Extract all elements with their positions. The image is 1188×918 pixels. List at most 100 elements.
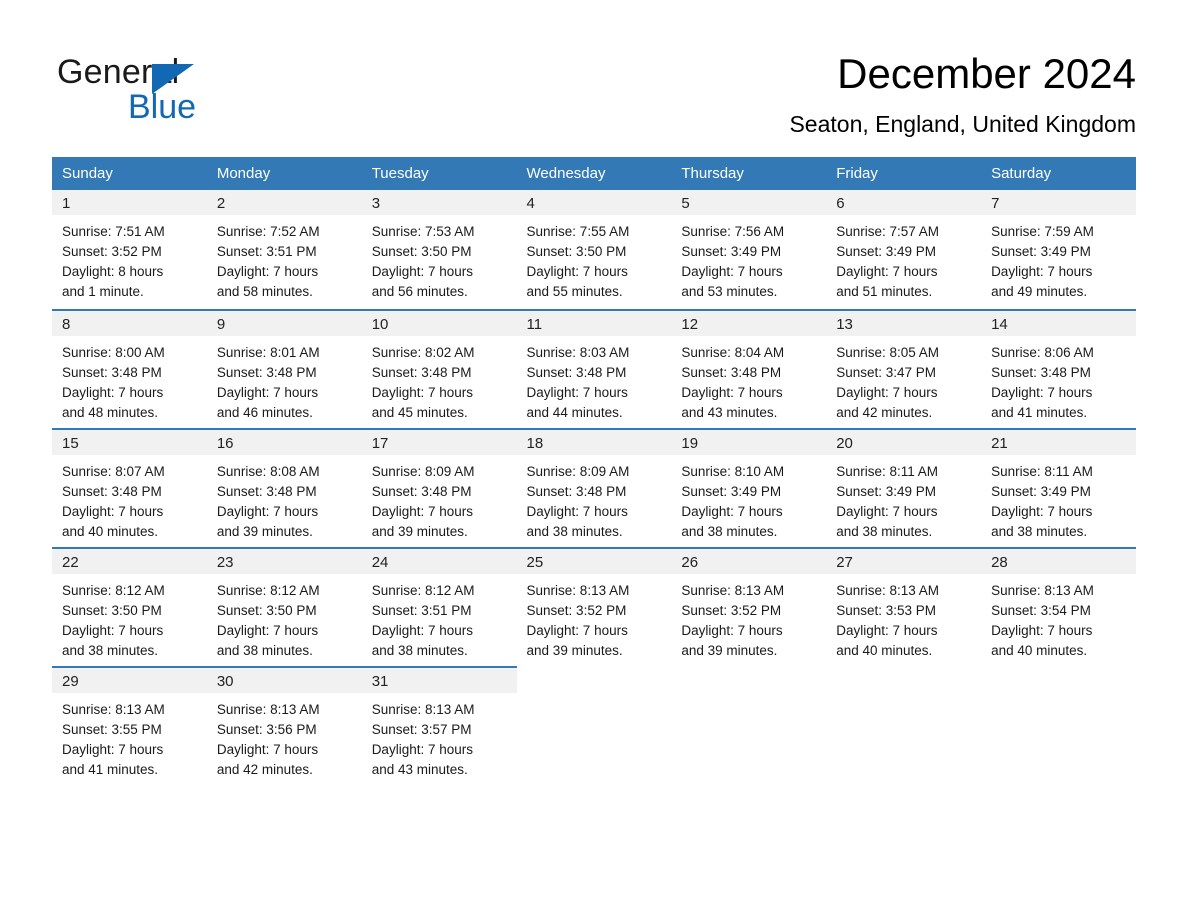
sunset-text: Sunset: 3:48 PM — [526, 365, 627, 380]
sunrise-text: Sunrise: 8:00 AM — [62, 345, 165, 360]
day-details: Sunrise: 8:13 AM Sunset: 3:53 PM Daylight:… — [826, 574, 981, 661]
day-cell-inner: 12 Sunrise: 8:04 AM Sunset: 3:48 PM Dayligh… — [671, 309, 827, 428]
calendar-day-cell[interactable]: 6 Sunrise: 7:57 AM Sunset: 3:49 PM Daylight… — [826, 190, 982, 309]
day-details: Sunrise: 8:13 AM Sunset: 3:57 PM Daylight:… — [362, 693, 517, 780]
daylight-text-line2: and 38 minutes. — [526, 524, 623, 539]
sunrise-text: Sunrise: 8:13 AM — [62, 702, 165, 717]
weekday-header-friday: Friday — [826, 157, 982, 190]
day-number: 20 — [826, 430, 982, 455]
daylight-text-line2: and 39 minutes. — [371, 524, 468, 539]
daylight-text-line1: Daylight: 7 hours — [991, 623, 1093, 638]
sunrise-text: Sunrise: 7:52 AM — [216, 224, 320, 239]
daylight-text-line1: Daylight: 7 hours — [836, 385, 938, 400]
calendar-day-cell[interactable]: 11 Sunrise: 8:03 AM Sunset: 3:48 PM Dayligh… — [516, 309, 672, 428]
calendar-day-cell[interactable]: 25 Sunrise: 8:13 AM Sunset: 3:52 PM Dayligh… — [516, 547, 672, 666]
daylight-text-line1: Daylight: 7 hours — [216, 504, 319, 519]
daylight-text-line2: and 38 minutes. — [216, 643, 313, 658]
sunrise-text: Sunrise: 8:06 AM — [991, 345, 1094, 360]
calendar-day-cell[interactable]: 23 Sunrise: 8:12 AM Sunset: 3:50 PM Dayligh… — [206, 547, 362, 666]
calendar-day-cell[interactable]: 30 Sunrise: 8:13 AM Sunset: 3:56 PM Dayligh… — [206, 666, 362, 785]
calendar-day-cell[interactable]: 10 Sunrise: 8:02 AM Sunset: 3:48 PM Dayligh… — [361, 309, 517, 428]
day-number: 4 — [516, 190, 672, 215]
daylight-text-line1: Daylight: 7 hours — [62, 623, 164, 638]
calendar-empty-cell — [517, 666, 672, 785]
calendar-day-cell[interactable]: 27 Sunrise: 8:13 AM Sunset: 3:53 PM Dayligh… — [826, 547, 982, 666]
sunrise-text: Sunrise: 8:05 AM — [836, 345, 940, 360]
calendar-day-cell[interactable]: 9 Sunrise: 8:01 AM Sunset: 3:48 PM Daylight… — [206, 309, 362, 428]
calendar-day-cell[interactable]: 19 Sunrise: 8:10 AM Sunset: 3:49 PM Dayligh… — [671, 428, 827, 547]
calendar-day-cell[interactable]: 20 Sunrise: 8:11 AM Sunset: 3:49 PM Dayligh… — [826, 428, 982, 547]
calendar-day-cell[interactable]: 26 Sunrise: 8:13 AM Sunset: 3:52 PM Dayligh… — [671, 547, 827, 666]
location-subtitle: Seaton, England, United Kingdom — [789, 111, 1136, 137]
calendar-day-cell[interactable]: 4 Sunrise: 7:55 AM Sunset: 3:50 PM Daylight… — [516, 190, 672, 309]
calendar-day-cell[interactable]: 22 Sunrise: 8:12 AM Sunset: 3:50 PM Dayligh… — [52, 547, 207, 666]
day-number: 19 — [671, 430, 827, 455]
calendar-day-cell[interactable]: 28 Sunrise: 8:13 AM Sunset: 3:54 PM Dayligh… — [981, 547, 1136, 666]
sunrise-text: Sunrise: 8:13 AM — [216, 702, 320, 717]
day-number: 25 — [516, 549, 672, 574]
day-details: Sunrise: 8:13 AM Sunset: 3:52 PM Daylight:… — [517, 574, 672, 661]
calendar-day-cell[interactable]: 2 Sunrise: 7:52 AM Sunset: 3:51 PM Daylight… — [206, 190, 362, 309]
day-number: 21 — [981, 430, 1136, 455]
day-cell-inner: 6 Sunrise: 7:57 AM Sunset: 3:49 PM Daylight… — [826, 190, 982, 309]
calendar-week-row: 15 Sunrise: 8:07 AM Sunset: 3:48 PM Dayligh… — [52, 428, 1136, 547]
daylight-text-line2: and 39 minutes. — [526, 643, 623, 658]
calendar-day-cell[interactable]: 12 Sunrise: 8:04 AM Sunset: 3:48 PM Dayligh… — [671, 309, 827, 428]
calendar-day-cell[interactable]: 14 Sunrise: 8:06 AM Sunset: 3:48 PM Dayligh… — [981, 309, 1136, 428]
sunset-text: Sunset: 3:54 PM — [991, 603, 1091, 618]
day-cell-inner: 25 Sunrise: 8:13 AM Sunset: 3:52 PM Dayligh… — [516, 547, 672, 666]
calendar-day-cell[interactable]: 1 Sunrise: 7:51 AM Sunset: 3:52 PM Daylight… — [52, 190, 207, 309]
calendar-day-cell[interactable]: 15 Sunrise: 8:07 AM Sunset: 3:48 PM Dayligh… — [52, 428, 207, 547]
calendar-day-cell[interactable]: 31 Sunrise: 8:13 AM Sunset: 3:57 PM Dayligh… — [361, 666, 517, 785]
calendar-day-cell[interactable]: 16 Sunrise: 8:08 AM Sunset: 3:48 PM Dayligh… — [206, 428, 362, 547]
calendar-day-cell[interactable]: 13 Sunrise: 8:05 AM Sunset: 3:47 PM Dayligh… — [826, 309, 982, 428]
day-number: 2 — [206, 190, 362, 215]
daylight-text-line1: Daylight: 8 hours — [62, 264, 164, 279]
sunset-text: Sunset: 3:50 PM — [62, 603, 162, 618]
weekday-header-tuesday: Tuesday — [361, 157, 517, 190]
daylight-text-line2: and 41 minutes. — [991, 405, 1088, 420]
calendar-day-cell[interactable]: 7 Sunrise: 7:59 AM Sunset: 3:49 PM Daylight… — [981, 190, 1136, 309]
calendar-day-cell[interactable]: 8 Sunrise: 8:00 AM Sunset: 3:48 PM Daylight… — [52, 309, 207, 428]
sunset-text: Sunset: 3:52 PM — [681, 603, 782, 618]
day-cell-inner — [826, 666, 981, 785]
sunset-text: Sunset: 3:55 PM — [62, 722, 162, 737]
day-number — [981, 668, 1136, 693]
calendar-day-cell[interactable]: 5 Sunrise: 7:56 AM Sunset: 3:49 PM Daylight… — [671, 190, 827, 309]
calendar-day-cell[interactable]: 21 Sunrise: 8:11 AM Sunset: 3:49 PM Dayligh… — [981, 428, 1136, 547]
day-cell-inner — [981, 666, 1136, 785]
daylight-text-line2: and 38 minutes. — [681, 524, 778, 539]
day-number: 29 — [52, 668, 207, 693]
day-number: 15 — [52, 430, 207, 455]
day-cell-inner: 16 Sunrise: 8:08 AM Sunset: 3:48 PM Dayligh… — [206, 428, 362, 547]
day-number: 6 — [826, 190, 982, 215]
calendar-day-cell[interactable]: 29 Sunrise: 8:13 AM Sunset: 3:55 PM Dayligh… — [52, 666, 207, 785]
day-details: Sunrise: 8:13 AM Sunset: 3:56 PM Daylight:… — [207, 693, 362, 780]
day-number: 22 — [52, 549, 207, 574]
day-details: Sunrise: 8:09 AM Sunset: 3:48 PM Daylight:… — [517, 455, 672, 542]
sunrise-text: Sunrise: 8:13 AM — [991, 583, 1094, 598]
day-cell-inner: 19 Sunrise: 8:10 AM Sunset: 3:49 PM Dayligh… — [671, 428, 827, 547]
calendar-week-row: 8 Sunrise: 8:00 AM Sunset: 3:48 PM Daylight… — [52, 309, 1136, 428]
sunset-text: Sunset: 3:52 PM — [62, 244, 162, 259]
sunset-text: Sunset: 3:50 PM — [526, 244, 627, 259]
day-details: Sunrise: 7:59 AM Sunset: 3:49 PM Daylight:… — [981, 215, 1136, 302]
day-number: 27 — [826, 549, 982, 574]
calendar-day-cell[interactable]: 17 Sunrise: 8:09 AM Sunset: 3:48 PM Dayligh… — [361, 428, 517, 547]
day-cell-inner: 1 Sunrise: 7:51 AM Sunset: 3:52 PM Daylight… — [52, 190, 207, 309]
page-title: December 2024 — [837, 50, 1136, 97]
calendar-day-cell[interactable]: 3 Sunrise: 7:53 AM Sunset: 3:50 PM Daylight… — [361, 190, 517, 309]
calendar-day-cell[interactable]: 18 Sunrise: 8:09 AM Sunset: 3:48 PM Dayligh… — [516, 428, 672, 547]
sunrise-text: Sunrise: 8:12 AM — [216, 583, 320, 598]
calendar-day-cell[interactable]: 24 Sunrise: 8:12 AM Sunset: 3:51 PM Dayligh… — [361, 547, 517, 666]
daylight-text-line1: Daylight: 7 hours — [681, 264, 783, 279]
sunrise-text: Sunrise: 8:10 AM — [681, 464, 785, 479]
sunset-text: Sunset: 3:56 PM — [216, 722, 317, 737]
daylight-text-line1: Daylight: 7 hours — [216, 385, 319, 400]
day-number: 17 — [361, 430, 517, 455]
sunset-text: Sunset: 3:48 PM — [681, 365, 782, 380]
calendar-page: General Blue December 2024 Seaton, Engla… — [0, 0, 1188, 918]
generalblue-logo[interactable]: General Blue — [57, 52, 317, 127]
sunrise-text: Sunrise: 8:13 AM — [371, 702, 475, 717]
sunrise-text: Sunrise: 8:07 AM — [62, 464, 165, 479]
